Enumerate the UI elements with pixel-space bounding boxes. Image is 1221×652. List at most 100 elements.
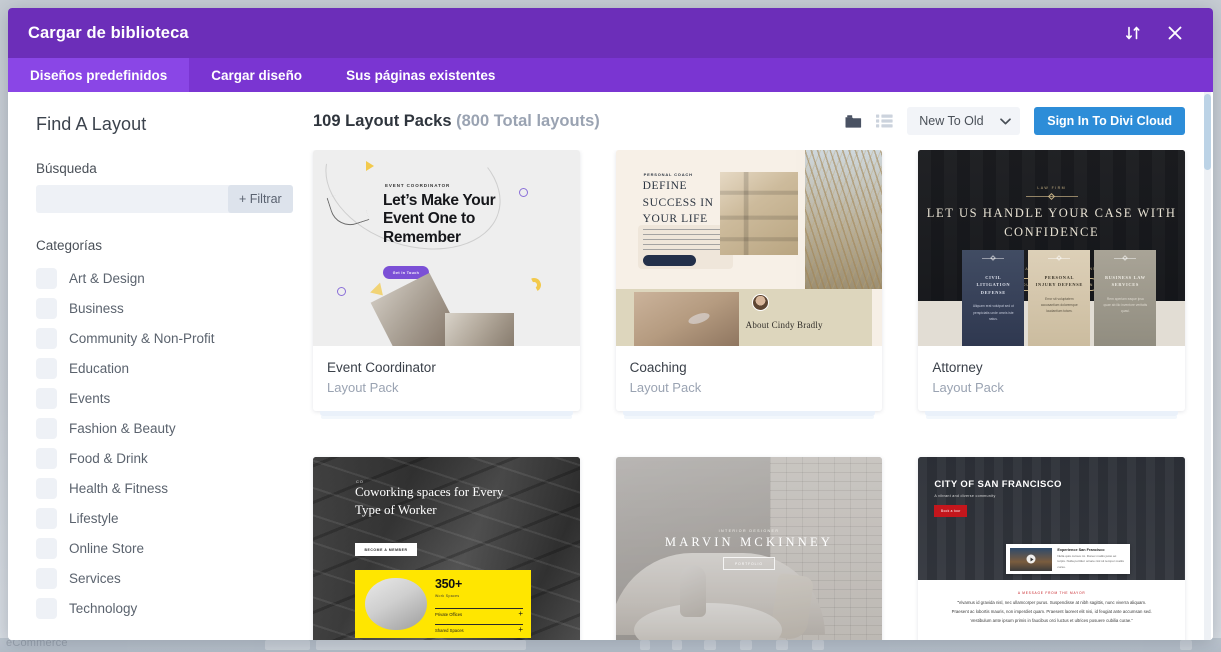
filter-button[interactable]: + Filtrar [228, 185, 293, 213]
checkbox-icon[interactable] [36, 417, 57, 439]
thumb-service-column: BUSINESS LAW SERVICES Rem aperiam eaque … [1094, 250, 1157, 346]
category-item-technology[interactable]: Technology [36, 593, 271, 623]
checkbox-icon[interactable] [36, 597, 57, 619]
taskbar-item[interactable] [672, 640, 682, 650]
thumb-stat-label: Work Spaces [435, 594, 460, 598]
modal-header: Cargar de biblioteca [8, 8, 1213, 58]
category-item-online-store[interactable]: Online Store [36, 533, 271, 563]
sidebar: Find A Layout Búsqueda + Filtrar Categor… [8, 92, 295, 640]
toolbar-right: New To Old Old To New A To Z Z To A Sign… [845, 107, 1185, 135]
checkbox-icon[interactable] [36, 447, 57, 469]
category-label: Lifestyle [69, 510, 119, 526]
thumb-video-card: Experience San Francisco Nulla quis curs… [1006, 544, 1131, 574]
thumb-stat-card: 350+ Work Spaces Private Offices + Shared… [355, 570, 531, 638]
category-item-food-drink[interactable]: Food & Drink [36, 443, 271, 473]
diamond-icon [1056, 254, 1063, 261]
layout-card-city-of-san-francisco[interactable]: CITY OF SAN FRANCISCO A vibrant and dive… [918, 457, 1185, 640]
banana-decoration [525, 276, 544, 295]
layout-card-subtitle: Layout Pack [629, 380, 702, 395]
checkbox-icon[interactable] [36, 297, 57, 319]
checkbox-icon[interactable] [36, 267, 57, 289]
thumb-video-subtitle: Nulla quis cursus mi. Donec mattis justo… [1057, 554, 1124, 569]
taskbar-item[interactable] [265, 640, 310, 650]
tab-load-layout[interactable]: Cargar diseño [189, 58, 324, 92]
taskbar-item[interactable] [776, 640, 788, 650]
checkbox-icon[interactable] [36, 477, 57, 499]
sign-in-divi-cloud-button[interactable]: Sign In To Divi Cloud [1034, 107, 1185, 135]
thumb-column-title: PERSONAL INJURY DEFENSE [1035, 275, 1084, 288]
main-panel: 109 Layout Packs (800 Total layouts) New… [295, 92, 1213, 640]
category-item-business[interactable]: Business [36, 293, 271, 323]
page-title: Cargar de biblioteca [28, 23, 189, 42]
category-item-art-design[interactable]: Art & Design [36, 263, 271, 293]
layout-card-marvin-mckinney[interactable]: INTERIOR DESIGNER MARVIN MCKINNEY PORTFO… [615, 457, 883, 640]
thumb-photo [445, 313, 514, 346]
layout-card-subtitle: Layout Pack [932, 380, 1004, 395]
checkbox-icon[interactable] [36, 387, 57, 409]
layout-card-event-coordinator[interactable]: EVENT COORDINATOR Let’s Make Your Event … [313, 150, 580, 416]
close-icon[interactable] [1165, 23, 1185, 43]
thumb-eyebrow: LAW FIRM [1037, 186, 1066, 190]
main-toolbar: 109 Layout Packs (800 Total layouts) New… [295, 92, 1213, 150]
thumb-service-column: PERSONAL INJURY DEFENSE Error sit volupt… [1028, 250, 1091, 346]
sort-select-wrapper: New To Old Old To New A To Z Z To A [907, 107, 1021, 135]
scrollbar-thumb[interactable] [1204, 94, 1211, 170]
list-view-icon[interactable] [876, 114, 893, 128]
category-item-lifestyle[interactable]: Lifestyle [36, 503, 271, 533]
thumb-quote: “Vivamus id gravida nisl, nec ullamcorpe… [951, 600, 1152, 624]
layout-thumbnail: LAW FIRM LET US HANDLE YOUR CASE WITH CO… [918, 150, 1185, 346]
category-item-fashion-beauty[interactable]: Fashion & Beauty [36, 413, 271, 443]
checkbox-icon[interactable] [36, 537, 57, 559]
layout-card-subtitle: Layout Pack [327, 380, 399, 395]
thumb-stat-row-label: Private Offices [435, 612, 463, 617]
thumb-eyebrow: EVENT COORDINATOR [385, 183, 451, 188]
category-label: Art & Design [69, 270, 145, 286]
layout-thumbnail: EVENT COORDINATOR Let’s Make Your Event … [313, 150, 580, 346]
layout-card-coaching[interactable]: PERSONAL COACH DEFINE SUCCESS IN YOUR LI… [615, 150, 883, 416]
layout-card-coworking[interactable]: CO Coworking spaces for Every Type of Wo… [313, 457, 580, 640]
header-actions [1123, 23, 1195, 43]
layout-card-title: Attorney [932, 360, 983, 375]
layout-card-attorney[interactable]: LAW FIRM LET US HANDLE YOUR CASE WITH CO… [918, 150, 1185, 416]
taskbar-item[interactable] [740, 640, 752, 650]
checkbox-icon[interactable] [36, 507, 57, 529]
category-label: Technology [69, 600, 138, 616]
sort-select[interactable]: New To Old Old To New A To Z Z To A [907, 107, 1021, 135]
category-item-health-fitness[interactable]: Health & Fitness [36, 473, 271, 503]
thumb-photo [719, 172, 798, 255]
thumb-button-label: BECOME A MEMBER [364, 547, 408, 552]
layout-thumbnail: CO Coworking spaces for Every Type of Wo… [313, 457, 580, 640]
checkbox-icon[interactable] [36, 567, 57, 589]
categories-label: Categorías [36, 238, 103, 253]
taskbar-item[interactable] [812, 640, 824, 650]
category-label: Events [69, 390, 111, 406]
folder-view-icon[interactable] [845, 114, 862, 129]
category-item-events[interactable]: Events [36, 383, 271, 413]
tab-predefined-layouts[interactable]: Diseños predefinidos [8, 58, 190, 92]
taskbar-item[interactable] [316, 640, 526, 650]
category-label: Community & Non-Profit [69, 330, 215, 346]
category-label: Food & Drink [69, 450, 148, 466]
checkbox-icon[interactable] [36, 327, 57, 349]
thumb-video-title: Experience San Francisco [1057, 548, 1105, 553]
thumb-column-title: CIVIL LITIGATION DEFENSE [976, 275, 1011, 295]
category-item-community-non-profit[interactable]: Community & Non-Profit [36, 323, 271, 353]
sort-updown-icon[interactable] [1123, 23, 1143, 43]
checkbox-icon[interactable] [36, 357, 57, 379]
thumb-button-label: PORTFOLIO [734, 561, 763, 566]
thumb-headline: MARVIN MCKINNEY [664, 535, 834, 549]
thumb-column-body: Error sit voluptatem accusantium dolorem… [1040, 296, 1078, 314]
thumb-stat-row: Private Offices + [435, 608, 523, 618]
thumb-blurb [642, 229, 725, 250]
thumb-column-title: BUSINESS LAW SERVICES [1104, 275, 1146, 288]
taskbar-item[interactable] [704, 640, 716, 650]
scrollbar-track[interactable] [1204, 92, 1211, 640]
taskbar-item[interactable] [640, 640, 650, 650]
tab-existing-pages[interactable]: Sus páginas existentes [324, 58, 517, 92]
taskbar-item[interactable] [1180, 640, 1192, 650]
thumb-headline: LET US HANDLE YOUR CASE WITH CONFIDENCE [926, 206, 1177, 239]
category-item-education[interactable]: Education [36, 353, 271, 383]
search-input[interactable] [36, 185, 228, 213]
sidebar-heading: Find A Layout [36, 114, 147, 134]
category-item-services[interactable]: Services [36, 563, 271, 593]
